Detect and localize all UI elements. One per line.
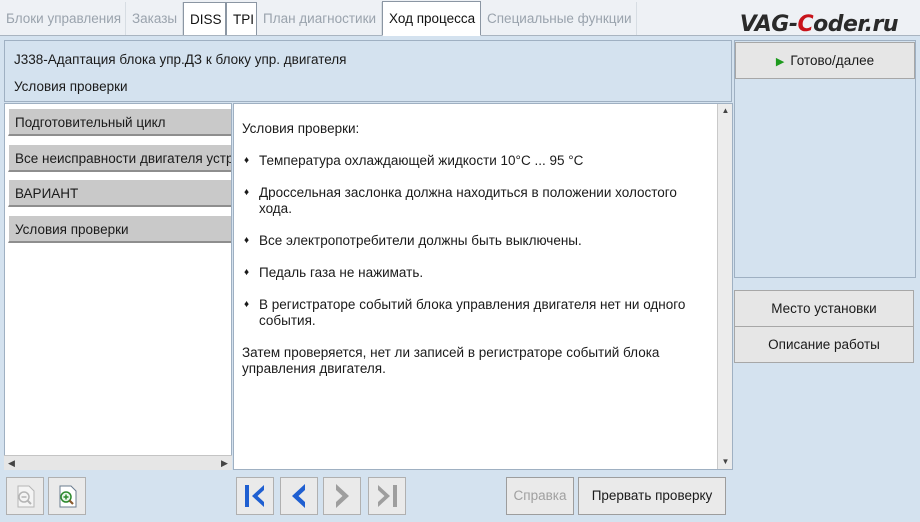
tab-tpi[interactable]: TPI: [226, 2, 257, 35]
last-step-button[interactable]: [368, 477, 406, 515]
scroll-left-icon[interactable]: ◀: [5, 457, 18, 469]
bullet-icon: ♦: [244, 235, 250, 246]
right-panel: ▶ Готово/далее: [734, 40, 916, 278]
instruction-bullet: ♦ Температура охлаждающей жидкости 10°C .…: [244, 153, 584, 168]
step-item-faults-cleared[interactable]: Все неисправности двигателя устранены: [8, 144, 231, 172]
tab-process[interactable]: Ход процесса: [382, 1, 481, 36]
watermark-logo: VAG-Coder.ru: [739, 12, 899, 37]
chevron-left-icon: [292, 484, 305, 508]
ready-next-button[interactable]: ▶ Готово/далее: [735, 42, 915, 79]
zoom-out-button[interactable]: [6, 477, 44, 515]
instruction-bullet: ♦ Дроссельная заслонка должна находиться …: [244, 185, 677, 216]
tab-orders[interactable]: Заказы: [126, 2, 183, 35]
help-button[interactable]: Справка: [506, 477, 574, 515]
skip-last-icon: [378, 485, 397, 507]
bullet-icon: ♦: [244, 187, 250, 198]
step-list: Подготовительный цикл Все неисправности …: [4, 103, 232, 470]
install-location-button[interactable]: Место установки: [734, 290, 914, 327]
zoom-out-doc-icon: [17, 485, 35, 508]
chevron-right-icon: [336, 484, 349, 508]
step-item-check-conditions[interactable]: Условия проверки: [8, 215, 231, 243]
step-item-variant[interactable]: ВАРИАНТ: [8, 179, 231, 207]
work-description-button[interactable]: Описание работы: [734, 326, 914, 363]
tab-special-functions[interactable]: Специальные функции: [481, 2, 637, 35]
instructions-scrollbar[interactable]: ▲ ▼: [717, 104, 732, 469]
instructions-heading: Условия проверки:: [242, 121, 360, 136]
zoom-in-button[interactable]: [48, 477, 86, 515]
instruction-bullet: ♦ В регистраторе событий блока управления…: [244, 297, 686, 328]
next-step-button[interactable]: [323, 477, 361, 515]
play-icon: ▶: [775, 56, 785, 68]
instruction-bullet: ♦ Все электропотребители должны быть выкл…: [244, 233, 582, 248]
procedure-header: J338-Адаптация блока упр.ДЗ к блоку упр.…: [4, 40, 732, 102]
step-list-scrollbar[interactable]: ◀ ▶: [4, 455, 232, 470]
procedure-title: J338-Адаптация блока упр.ДЗ к блоку упр.…: [14, 52, 347, 67]
tab-diss[interactable]: DISS: [183, 2, 226, 35]
instructions-footer: Затем проверяется, нет ли записей в реги…: [242, 345, 660, 376]
procedure-step: Условия проверки: [14, 79, 128, 94]
instruction-bullet: ♦ Педаль газа не нажимать.: [244, 265, 424, 280]
tab-diagnostic-plan[interactable]: План диагностики: [257, 2, 382, 35]
instructions-panel: Условия проверки: ♦ Температура охлаждающ…: [233, 103, 733, 470]
scroll-right-icon[interactable]: ▶: [218, 457, 231, 469]
skip-first-icon: [245, 485, 264, 507]
scroll-down-icon[interactable]: ▼: [719, 456, 732, 468]
bullet-icon: ♦: [244, 267, 250, 278]
previous-step-button[interactable]: [280, 477, 318, 515]
tab-bar: Блоки управления Заказы DISS TPI План ди…: [0, 0, 920, 37]
bottom-toolbar: Справка Прервать проверку: [0, 471, 920, 522]
scroll-up-icon[interactable]: ▲: [719, 105, 732, 117]
first-step-button[interactable]: [236, 477, 274, 515]
tab-control-units[interactable]: Блоки управления: [0, 2, 126, 35]
step-item-prep-cycle[interactable]: Подготовительный цикл: [8, 108, 231, 136]
bullet-icon: ♦: [244, 155, 250, 166]
zoom-in-doc-icon: [59, 485, 77, 508]
bullet-icon: ♦: [244, 299, 250, 310]
abort-test-button[interactable]: Прервать проверку: [578, 477, 726, 515]
